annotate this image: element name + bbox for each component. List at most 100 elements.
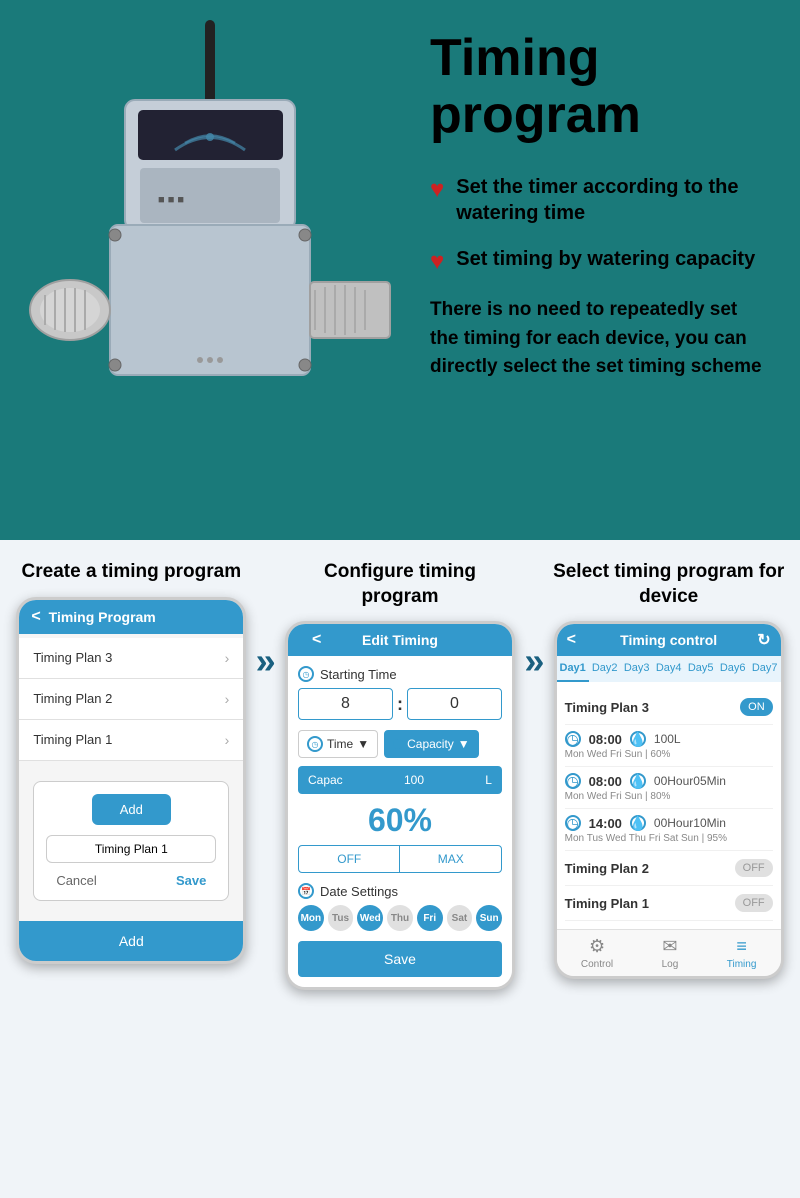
calendar-icon: 📅	[298, 883, 314, 899]
p1-footer-add[interactable]: Add	[19, 921, 243, 961]
feature-item-2: ♥ Set timing by watering capacity	[430, 246, 770, 276]
heart-icon-2: ♥	[430, 248, 444, 276]
entry-schedule-3: Mon Tus Wed Thu Fri Sat Sun | 95%	[565, 833, 773, 844]
arrow-2: »	[524, 560, 544, 682]
device-image-area: ■ ■ ■	[0, 0, 420, 540]
percent-display: 60%	[298, 802, 502, 839]
p1-action-row: Cancel Save	[46, 873, 216, 888]
day-sun[interactable]: Sun	[476, 905, 502, 931]
hour-input[interactable]: 8	[298, 688, 393, 720]
off-button[interactable]: OFF	[299, 846, 400, 872]
entry-capacity-icon: 💧	[630, 731, 646, 747]
day-sat[interactable]: Sat	[447, 905, 473, 931]
p1-list: Timing Plan 3 › Timing Plan 2 › Timing P…	[19, 634, 243, 765]
time-type-button[interactable]: ◷ Time ▼	[298, 730, 378, 758]
timing-entry-1: ◷ 08:00 💧 100L Mon Wed Fri Sun | 60%	[565, 725, 773, 767]
feature-text-2: Set timing by watering capacity	[456, 246, 755, 272]
forward-arrow-icon: »	[256, 640, 276, 682]
save-button[interactable]: Save	[176, 873, 206, 888]
timing-plan-2-row: Timing Plan 2 OFF	[565, 851, 773, 886]
max-button[interactable]: MAX	[400, 846, 501, 872]
toggle-off-1[interactable]: OFF	[735, 894, 773, 912]
right-content: Timing program ♥ Set the timer according…	[420, 0, 800, 402]
top-section: ■ ■ ■	[0, 0, 800, 540]
entry-capacity-icon-3: 💧	[630, 815, 646, 831]
timing-plan-1-row: Timing Plan 1 OFF	[565, 886, 773, 921]
tab-day3[interactable]: Day3	[621, 656, 653, 682]
footer-tab-timing[interactable]: ≡ Timing	[727, 936, 757, 970]
plan-name-3: Timing Plan 3	[565, 700, 649, 715]
p2-header-wrap: < Edit Timing	[300, 632, 500, 648]
days-row: Mon Tus Wed Thu Fri Sat Sun	[298, 905, 502, 931]
day-tus[interactable]: Tus	[328, 905, 354, 931]
dropdown-icon: ▼	[357, 737, 369, 751]
add-button[interactable]: Add	[92, 794, 171, 825]
p3-back-icon[interactable]: <	[567, 631, 576, 649]
description-text: There is no need to repeatedly set the t…	[430, 296, 770, 382]
phone-mockup-1: < Timing Program Timing Plan 3 › Timing …	[16, 597, 246, 964]
phone-column-1: Create a timing program < Timing Program…	[15, 560, 248, 964]
cancel-button[interactable]: Cancel	[56, 873, 96, 888]
chevron-icon: ›	[225, 732, 230, 748]
day-wed[interactable]: Wed	[357, 905, 383, 931]
tab-day7[interactable]: Day7	[749, 656, 781, 682]
phone-column-3: Select timing program for device < Timin…	[552, 560, 785, 979]
timing-icon: ≡	[736, 936, 747, 957]
list-item[interactable]: Timing Plan 3 ›	[19, 638, 243, 679]
date-settings-label: 📅 Date Settings	[298, 883, 502, 899]
capacity-type-button[interactable]: Capacity ▼	[384, 730, 479, 758]
capacity-slider[interactable]: Capac 100 L	[298, 766, 502, 794]
day-mon[interactable]: Mon	[298, 905, 324, 931]
tab-day5[interactable]: Day5	[685, 656, 717, 682]
footer-tab-control[interactable]: ⚙ Control	[581, 936, 613, 970]
off-max-row: OFF MAX	[298, 845, 502, 873]
tab-day4[interactable]: Day4	[653, 656, 685, 682]
phone-column-2: Configure timing program < Edit Timing ◷…	[284, 560, 517, 990]
toggle-on-3[interactable]: ON	[740, 698, 773, 716]
entry-time-3: 14:00	[589, 816, 622, 831]
type-row: ◷ Time ▼ Capacity ▼	[298, 730, 502, 758]
phone-label-2: Configure timing program	[284, 560, 517, 609]
list-item[interactable]: Timing Plan 1 ›	[19, 720, 243, 761]
p3-body: Timing Plan 3 ON ◷ 08:00 💧 100L Mon Wed …	[557, 682, 781, 929]
tab-day1[interactable]: Day1	[557, 656, 589, 682]
device-illustration: ■ ■ ■	[10, 10, 410, 540]
minute-input[interactable]: 0	[407, 688, 502, 720]
clock-icon-small: ◷	[307, 736, 323, 752]
phone-mockup-2: < Edit Timing ◷ Starting Time 8 : 0	[285, 621, 515, 990]
clock-icon: ◷	[298, 666, 314, 682]
log-icon: ✉	[662, 936, 677, 957]
plan-name-2: Timing Plan 2	[565, 861, 649, 876]
footer-tab-log[interactable]: ✉ Log	[662, 936, 679, 970]
phone-label-1: Create a timing program	[22, 560, 242, 585]
starting-time-label: ◷ Starting Time	[298, 666, 502, 682]
tab-day2[interactable]: Day2	[589, 656, 621, 682]
p2-back-icon[interactable]: <	[312, 631, 321, 649]
time-inputs: 8 : 0	[298, 688, 502, 720]
list-item[interactable]: Timing Plan 2 ›	[19, 679, 243, 720]
p1-header: < Timing Program	[19, 600, 243, 634]
svg-text:■ ■ ■: ■ ■ ■	[158, 194, 184, 206]
plan-name-1: Timing Plan 1	[565, 896, 649, 911]
refresh-icon[interactable]: ↻	[757, 630, 770, 650]
phones-row: Create a timing program < Timing Program…	[15, 560, 785, 990]
feature-text-1: Set the timer according to the watering …	[456, 174, 770, 226]
tab-day6[interactable]: Day6	[717, 656, 749, 682]
entry-clock-icon-3: ◷	[565, 815, 581, 831]
p1-back-icon[interactable]: <	[31, 608, 40, 626]
timing-entry-3: ◷ 14:00 💧 00Hour10Min Mon Tus Wed Thu Fr…	[565, 809, 773, 851]
day-fri[interactable]: Fri	[417, 905, 443, 931]
p2-header-title: Edit Timing	[362, 632, 438, 648]
heart-icon-1: ♥	[430, 176, 444, 204]
day-thu[interactable]: Thu	[387, 905, 413, 931]
p2-save-button[interactable]: Save	[298, 941, 502, 977]
toggle-off-2[interactable]: OFF	[735, 859, 773, 877]
entry-capacity-3: 00Hour10Min	[654, 816, 726, 830]
forward-arrow-icon-2: »	[524, 640, 544, 682]
days-tab-row: Day1 Day2 Day3 Day4 Day5 Day6 Day7	[557, 656, 781, 682]
plan-name-input[interactable]	[46, 835, 216, 863]
arrow-1: »	[256, 560, 276, 682]
time-colon: :	[397, 694, 403, 715]
timing-entry-2: ◷ 08:00 💧 00Hour05Min Mon Wed Fri Sun | …	[565, 767, 773, 809]
entry-clock-icon: ◷	[565, 731, 581, 747]
